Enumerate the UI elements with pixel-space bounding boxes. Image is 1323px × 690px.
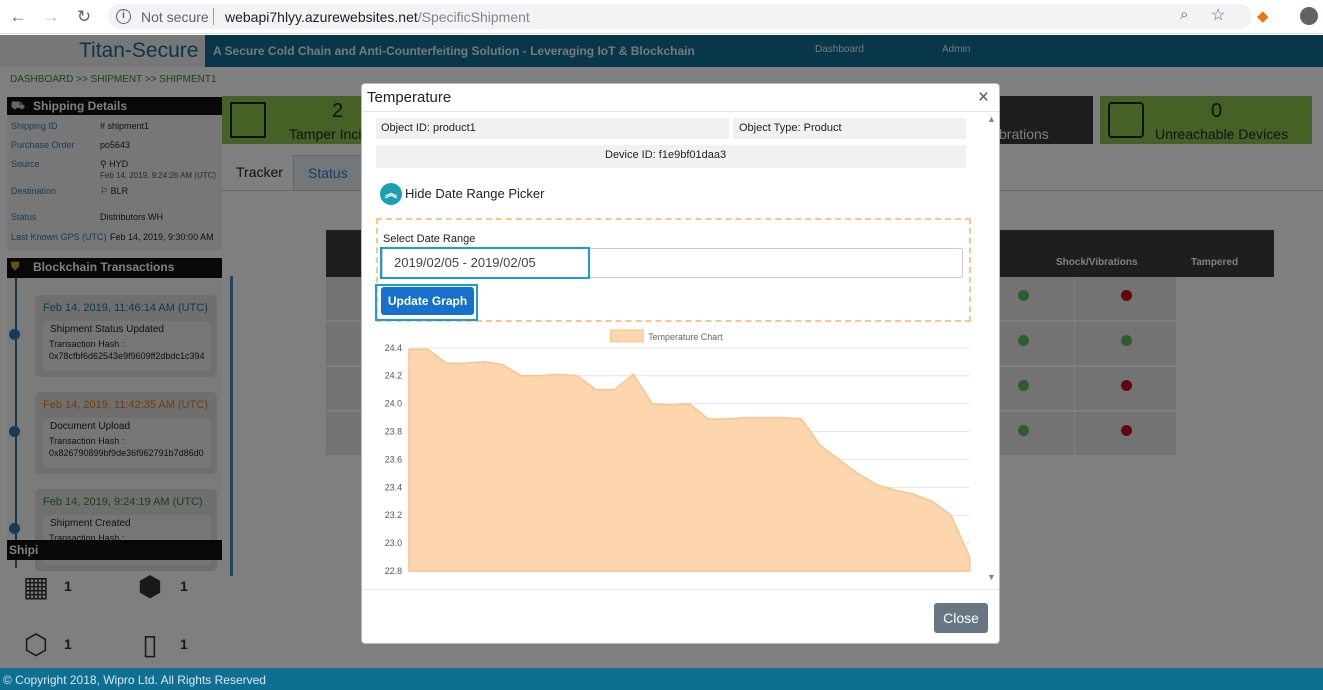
temperature-area [408, 348, 971, 572]
y-tick-label: 23.2 [385, 510, 402, 520]
account-icon[interactable] [1300, 7, 1318, 25]
legend-label: Temperature Chart [648, 332, 723, 342]
y-tick-label: 23.0 [385, 538, 402, 548]
legend-swatch [609, 329, 644, 343]
y-tick-label: 23.8 [385, 427, 402, 437]
close-button[interactable]: Close [934, 603, 988, 633]
object-info-row: Object ID: product1 Object Type: Product [376, 118, 966, 139]
footer: © Copyright 2018, Wipro Ltd. All Rights … [0, 668, 1323, 690]
forward-icon[interactable]: → [41, 7, 61, 27]
y-tick-label: 23.6 [385, 454, 402, 464]
modal-body: Object ID: product1 Object Type: Product… [362, 113, 986, 589]
date-range-picker: Select Date Range 2019/02/05 - 2019/02/0… [375, 218, 971, 322]
modal-scrollbar[interactable]: ▲ ▼ [984, 112, 998, 586]
metamask-extension-icon[interactable]: ◆ [1257, 7, 1269, 25]
browser-toolbar: ← → ↻ i Not secure webapi7hlyy.azurewebs… [0, 0, 1323, 34]
modal-header: Temperature × [362, 84, 999, 112]
scroll-up-icon[interactable]: ▲ [987, 114, 996, 124]
update-graph-button[interactable]: Update Graph [381, 287, 474, 315]
temperature-chart: 24.4 24.2 24.0 23.8 23.6 23.4 23.2 23.0 22.8 Tem… [385, 329, 971, 576]
y-tick-label: 22.8 [385, 566, 402, 576]
y-tick-label: 24.0 [385, 399, 402, 409]
object-id: Object ID: product1 [381, 122, 476, 134]
zoom-icon[interactable]: ⌕ [1180, 6, 1188, 23]
y-tick-label: 24.4 [385, 343, 402, 353]
y-tick-label: 24.2 [385, 371, 402, 381]
device-id: Device ID: f1e9bf01daa3 [605, 149, 727, 161]
modal-title: Temperature [367, 89, 452, 106]
url-text[interactable]: webapi7hlyy.azurewebsites.net/SpecificSh… [225, 9, 530, 25]
scroll-down-icon[interactable]: ▼ [987, 572, 996, 582]
highlight-box [380, 247, 590, 279]
bookmark-star-icon[interactable]: ☆ [1211, 5, 1225, 25]
divider [213, 8, 214, 25]
reload-icon[interactable]: ↻ [74, 7, 94, 27]
date-range-label: Select Date Range [383, 233, 476, 245]
info-icon[interactable]: i [116, 9, 131, 24]
device-info-row: Device ID: f1e9bf01daa3 [376, 145, 966, 168]
modal-footer: Close [362, 589, 999, 643]
copyright: © Copyright 2018, Wipro Ltd. All Rights … [3, 673, 266, 687]
back-icon[interactable]: ← [8, 7, 28, 27]
security-label: Not secure [141, 9, 209, 25]
y-tick-label: 23.4 [385, 482, 402, 492]
chevron-up-icon: ︽ [380, 183, 402, 205]
object-type: Object Type: Product [739, 122, 842, 134]
temperature-modal: Temperature × Object ID: product1 Object… [361, 83, 1000, 644]
close-icon[interactable]: × [978, 87, 989, 109]
address-bar[interactable]: i Not secure webapi7hlyy.azurewebsites.n… [108, 4, 1252, 29]
